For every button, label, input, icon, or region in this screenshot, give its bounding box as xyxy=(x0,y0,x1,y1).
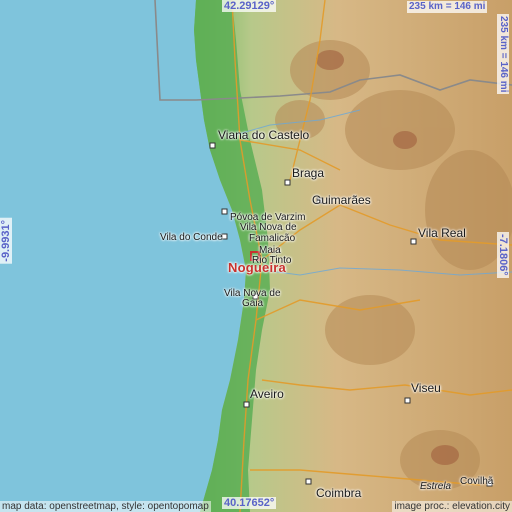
place-label-covilha: Covilhã xyxy=(460,476,494,487)
place-label-estrela: Estrela xyxy=(420,481,452,492)
credit-image-proc: image proc.: elevation.city xyxy=(392,501,512,512)
place-label-vila-real: Vila Real xyxy=(418,226,466,240)
place-label-braga: Braga xyxy=(292,166,325,180)
coord-bottom: 40.17652° xyxy=(222,497,277,509)
credit-map-data: map data: openstreetmap, style: opentopo… xyxy=(0,501,211,512)
place-label-vnf-1: Vila Nova de xyxy=(240,222,297,233)
scale-horizontal: 235 km = 146 mi xyxy=(407,1,488,13)
place-label-coimbra: Coimbra xyxy=(316,486,362,500)
aveiro-marker xyxy=(243,401,250,408)
vila-real-marker xyxy=(410,238,417,245)
coimbra-marker xyxy=(305,478,312,485)
coord-top: 42.29129° xyxy=(222,0,277,12)
place-label-vila-conde: Vila do Conde xyxy=(160,232,223,243)
viana-marker xyxy=(209,142,216,149)
place-label-guimaraes: Guimarães xyxy=(312,193,371,207)
place-label-aveiro: Aveiro xyxy=(250,387,284,401)
elevation-map: Viana do Castelo Braga Guimarães Póvoa d… xyxy=(0,0,512,512)
braga-marker xyxy=(284,179,291,186)
scale-vertical: 235 km = 146 mi xyxy=(497,14,509,95)
viseu-marker xyxy=(404,397,411,404)
place-label-vnf-2: Famalicão xyxy=(249,233,296,244)
place-label-gaia-2: Gaia xyxy=(242,298,264,309)
place-label-viana: Viana do Castelo xyxy=(218,128,310,142)
coord-right: -7.1806° xyxy=(497,232,509,278)
coord-left: -9.9931° xyxy=(0,218,12,264)
povoa-marker xyxy=(221,208,228,215)
place-label-viseu: Viseu xyxy=(411,381,441,395)
highlight-place-label: Nogueira xyxy=(228,260,286,275)
